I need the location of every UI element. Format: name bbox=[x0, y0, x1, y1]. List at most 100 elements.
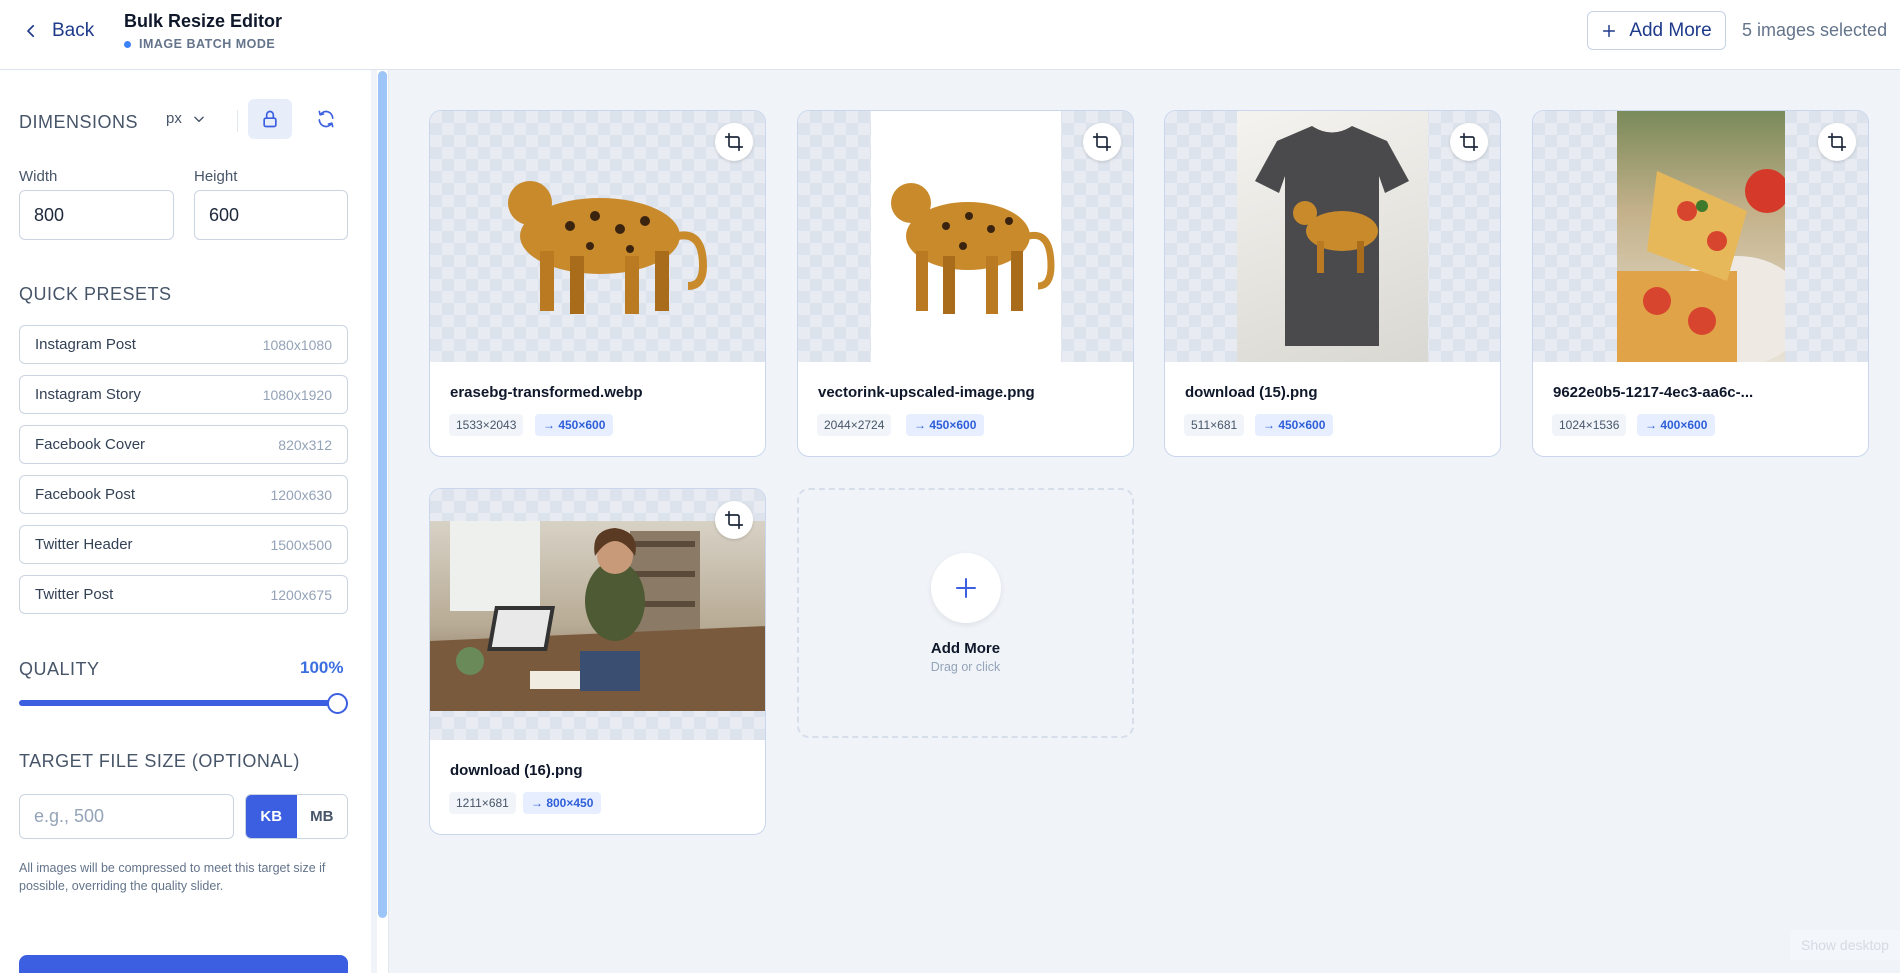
food-image bbox=[1617, 111, 1785, 362]
target-size-input[interactable] bbox=[19, 794, 234, 839]
image-preview bbox=[430, 489, 765, 740]
preset-size: 1200x630 bbox=[270, 486, 332, 503]
quality-value: 100% bbox=[300, 658, 344, 677]
lock-icon bbox=[263, 110, 277, 128]
crop-button[interactable] bbox=[1083, 123, 1121, 161]
crop-button[interactable] bbox=[715, 501, 753, 539]
crop-button[interactable] bbox=[1818, 123, 1856, 161]
preset-size: 1500x500 bbox=[270, 536, 332, 553]
preset-twitter-header[interactable]: Twitter Header 1500x500 bbox=[19, 525, 348, 564]
aspect-lock-button[interactable] bbox=[248, 99, 292, 139]
presets-title: QUICK PRESETS bbox=[19, 284, 172, 304]
preset-name: Twitter Post bbox=[35, 586, 114, 603]
woman-laptop-image bbox=[430, 521, 765, 711]
image-preview bbox=[1533, 111, 1868, 362]
preset-size: 1200x675 bbox=[270, 586, 332, 603]
crop-icon bbox=[1827, 132, 1847, 152]
image-preview bbox=[430, 111, 765, 362]
size-unit-toggle: KB MB bbox=[245, 794, 348, 839]
preset-name: Facebook Cover bbox=[35, 436, 146, 453]
add-more-button[interactable]: Add More bbox=[1587, 11, 1726, 50]
dimensions-title: DIMENSIONS bbox=[19, 112, 139, 132]
image-preview bbox=[798, 111, 1133, 362]
add-more-dropzone[interactable]: Add More Drag or click bbox=[797, 488, 1134, 738]
reset-button[interactable] bbox=[304, 99, 348, 139]
image-filename: vectorink-upscaled-image.png bbox=[818, 384, 1035, 401]
original-size-badge: 511×681 bbox=[1184, 414, 1245, 436]
add-more-circle-button[interactable] bbox=[931, 553, 1001, 623]
preset-name: Twitter Header bbox=[35, 536, 133, 553]
width-input[interactable] bbox=[19, 190, 174, 240]
preset-size: 1080x1080 bbox=[262, 336, 332, 353]
image-card[interactable]: download (15).png 511×681 → 450×600 bbox=[1164, 110, 1501, 457]
image-preview bbox=[1165, 111, 1500, 362]
apply-button[interactable] bbox=[19, 955, 348, 973]
status-dot-icon bbox=[124, 40, 131, 48]
height-label: Height bbox=[194, 168, 238, 185]
quality-title: QUALITY bbox=[19, 659, 100, 679]
image-filename: download (15).png bbox=[1185, 384, 1318, 401]
top-bar: Back Bulk Resize Editor IMAGE BATCH MODE… bbox=[0, 0, 1900, 70]
page-title: Bulk Resize Editor bbox=[124, 11, 283, 31]
chevron-down-icon bbox=[194, 116, 204, 122]
image-filename: 9622e0b5-1217-4ec3-aa6c-... bbox=[1553, 384, 1754, 401]
target-size-badge: → 450×600 bbox=[906, 414, 985, 436]
original-size-badge: 1211×681 bbox=[449, 792, 516, 814]
original-size-badge: 2044×2724 bbox=[817, 414, 892, 436]
preset-instagram-story[interactable]: Instagram Story 1080x1920 bbox=[19, 375, 348, 414]
width-label: Width bbox=[19, 168, 58, 185]
plus-icon bbox=[956, 578, 976, 598]
leopard-image bbox=[871, 111, 1061, 362]
quality-slider-thumb[interactable] bbox=[327, 693, 348, 714]
target-size-title: TARGET FILE SIZE (OPTIONAL) bbox=[19, 751, 300, 771]
original-size-badge: 1024×1536 bbox=[1552, 414, 1627, 436]
target-size-badge: → 450×600 bbox=[1255, 414, 1334, 436]
target-size-badge: → 400×600 bbox=[1637, 414, 1716, 436]
unit-value: px bbox=[166, 110, 182, 127]
crop-icon bbox=[1459, 132, 1479, 152]
tshirt-image bbox=[1237, 111, 1428, 362]
unit-kb-button[interactable]: KB bbox=[246, 795, 297, 838]
height-input[interactable] bbox=[194, 190, 348, 240]
preset-twitter-post[interactable]: Twitter Post 1200x675 bbox=[19, 575, 348, 614]
mode-indicator: IMAGE BATCH MODE bbox=[124, 37, 282, 51]
divider bbox=[237, 110, 238, 132]
quality-slider-fill bbox=[19, 700, 338, 706]
unit-select[interactable]: px bbox=[166, 110, 206, 127]
sidebar-scrollbar-thumb[interactable] bbox=[378, 71, 387, 918]
target-size-help: All images will be compressed to meet th… bbox=[19, 861, 326, 893]
crop-button[interactable] bbox=[715, 123, 753, 161]
back-button[interactable]: Back bbox=[22, 18, 94, 44]
quality-slider[interactable] bbox=[19, 700, 338, 706]
preset-name: Instagram Post bbox=[35, 336, 136, 353]
image-card[interactable]: download (16).png 1211×681 → 800×450 bbox=[429, 488, 766, 835]
preset-facebook-post[interactable]: Facebook Post 1200x630 bbox=[19, 475, 348, 514]
unit-mb-button[interactable]: MB bbox=[296, 795, 347, 838]
back-label: Back bbox=[52, 20, 95, 41]
refresh-icon bbox=[318, 110, 334, 128]
preset-instagram-post[interactable]: Instagram Post 1080x1080 bbox=[19, 325, 348, 364]
image-card[interactable]: erasebg-transformed.webp 1533×2043 → 450… bbox=[429, 110, 766, 457]
original-size-badge: 1533×2043 bbox=[449, 414, 524, 436]
add-more-title: Add More bbox=[930, 640, 1001, 657]
chevron-left-icon bbox=[27, 24, 35, 38]
image-filename: download (16).png bbox=[450, 762, 583, 779]
plus-icon bbox=[1603, 24, 1616, 37]
image-card[interactable]: 9622e0b5-1217-4ec3-aa6c-... 1024×1536 → … bbox=[1532, 110, 1869, 457]
show-desktop-button[interactable]: Show desktop bbox=[1790, 930, 1900, 960]
preset-size: 820x312 bbox=[278, 436, 332, 453]
target-size-badge: → 800×450 bbox=[523, 792, 602, 814]
preset-name: Instagram Story bbox=[35, 386, 141, 403]
preset-size: 1080x1920 bbox=[262, 386, 332, 403]
image-card[interactable]: vectorink-upscaled-image.png 2044×2724 →… bbox=[797, 110, 1134, 457]
image-filename: erasebg-transformed.webp bbox=[450, 384, 643, 401]
add-more-subtitle: Drag or click bbox=[930, 660, 1001, 674]
crop-icon bbox=[1092, 132, 1112, 152]
selected-count: 5 images selected bbox=[1742, 20, 1888, 40]
crop-button[interactable] bbox=[1450, 123, 1488, 161]
add-more-label: Add More bbox=[1629, 19, 1712, 41]
preset-name: Facebook Post bbox=[35, 486, 136, 503]
title-block: Bulk Resize Editor IMAGE BATCH MODE bbox=[124, 11, 282, 51]
preset-facebook-cover[interactable]: Facebook Cover 820x312 bbox=[19, 425, 348, 464]
mode-label: IMAGE BATCH MODE bbox=[139, 37, 276, 51]
